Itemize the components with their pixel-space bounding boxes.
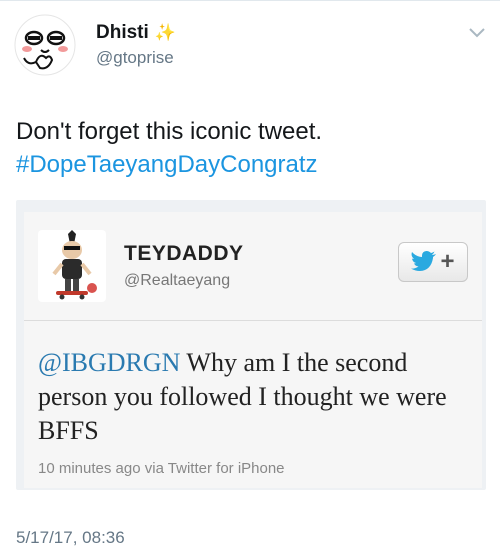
cartoon-face-icon <box>14 14 76 76</box>
skateboarder-avatar-icon <box>52 230 97 300</box>
tweet-timestamp[interactable]: 5/17/17, 08:36 <box>16 528 125 548</box>
bird-icon <box>411 251 437 271</box>
embedded-tweet-meta: 10 minutes ago via Twitter for iPhone <box>38 460 285 477</box>
user-handle[interactable]: @gtoprise <box>96 48 174 68</box>
chevron-down-icon[interactable] <box>468 26 486 40</box>
display-name[interactable]: Dhisti ✨ <box>96 22 176 44</box>
display-name-text: Dhisti <box>96 22 149 43</box>
tweet-body: Don't forget this iconic tweet. <box>16 118 323 145</box>
top-divider <box>0 0 500 1</box>
embedded-handle: @Realtaeyang <box>124 272 231 289</box>
follow-button[interactable]: + <box>398 242 468 282</box>
sparkles-icon: ✨ <box>154 23 176 42</box>
embedded-tweet: TEYDADDY @Realtaeyang + @IBGDRGN Why am … <box>24 212 482 488</box>
tweet-text: Don't forget this iconic tweet. #DopeTae… <box>16 115 486 181</box>
mention-link: @IBGDRGN <box>38 348 181 377</box>
follow-plus: + <box>440 248 455 275</box>
avatar[interactable] <box>14 14 76 76</box>
attached-image[interactable]: TEYDADDY @Realtaeyang + @IBGDRGN Why am … <box>16 200 486 490</box>
embedded-tweet-text: @IBGDRGN Why am I the second person you … <box>38 346 478 448</box>
embedded-display-name: TEYDADDY <box>124 242 244 265</box>
embedded-divider <box>24 320 482 321</box>
embedded-avatar <box>38 230 106 302</box>
hashtag-link[interactable]: #DopeTaeyangDayCongratz <box>16 148 486 181</box>
